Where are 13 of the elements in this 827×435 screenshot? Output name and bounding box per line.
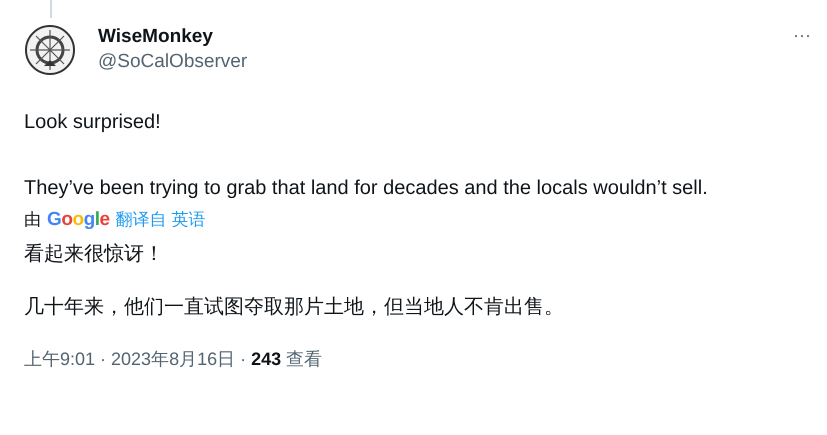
author-handle[interactable]: @SoCalObserver [98, 49, 248, 75]
more-button[interactable]: ··· [793, 26, 811, 44]
translated-by-label: 由 [24, 209, 41, 231]
translated-paragraph: 看起来很惊讶！ [24, 242, 165, 267]
tweet-paragraph: They’ve been trying to grab that land for decades and the locals wouldn’t sell. [24, 176, 709, 201]
google-logo: Google [47, 209, 110, 231]
timestamp-link[interactable]: 上午9:01 · 2023年8月16日 · [24, 346, 252, 373]
tweet-paragraph: Look surprised! [24, 110, 162, 135]
view-count: 243 [251, 348, 282, 371]
author-name[interactable]: WiseMonkey [98, 25, 248, 49]
avatar-drawing[interactable] [24, 24, 76, 76]
views-label: 查看 [286, 348, 322, 371]
translated-paragraph: 几十年来，他们一直试图夺取那片土地，但当地人不肯出售。 [24, 295, 565, 320]
